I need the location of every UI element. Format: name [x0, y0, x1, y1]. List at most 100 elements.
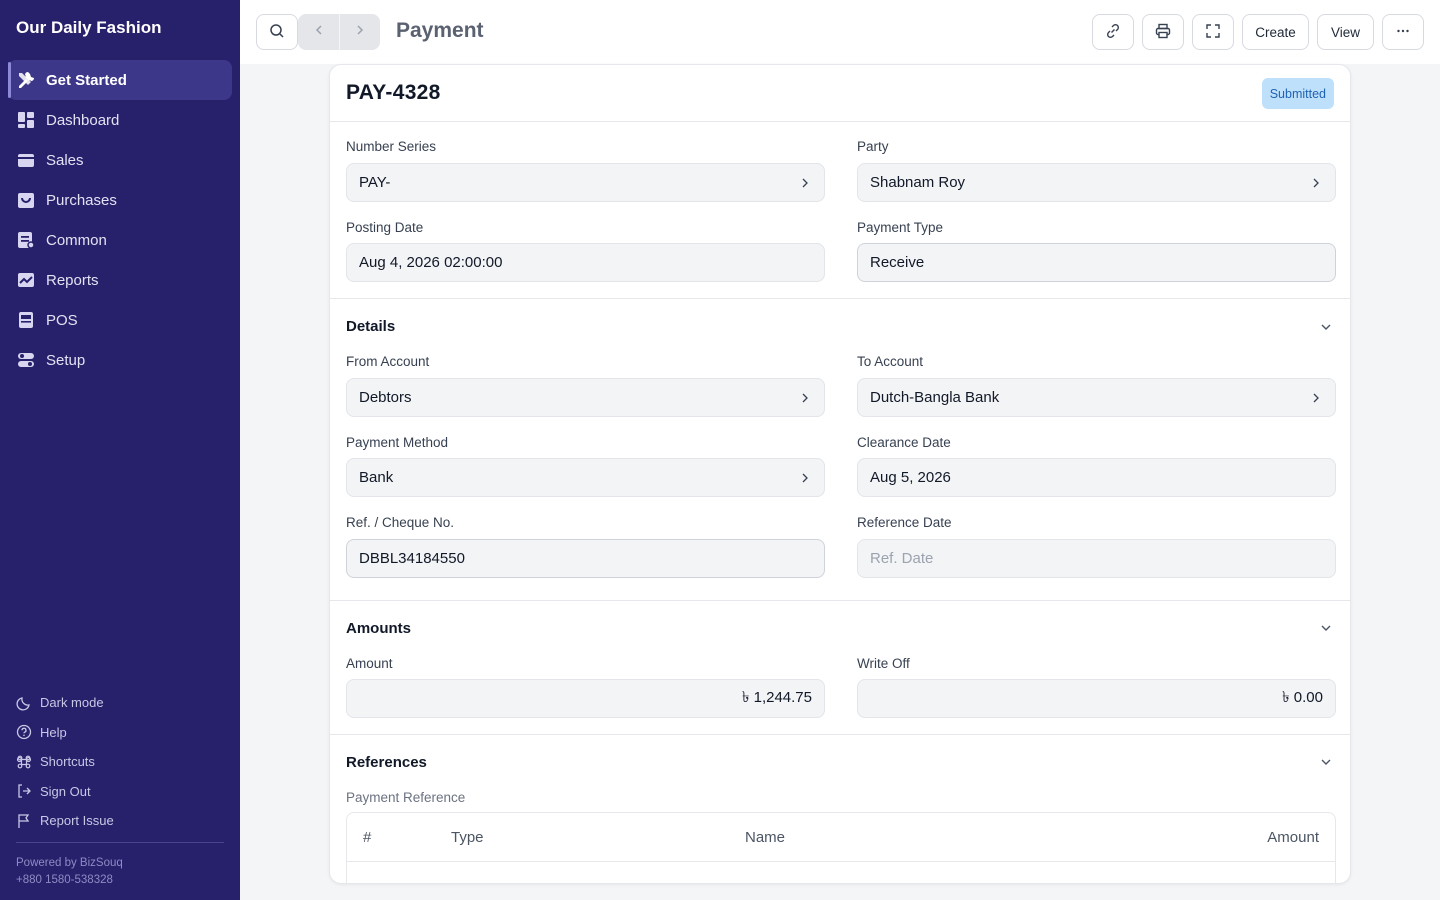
posting-date-field[interactable]: Aug 4, 2026 02:00:00: [346, 243, 825, 282]
payment-reference-label: Payment Reference: [346, 790, 466, 805]
section-divider: [330, 734, 1350, 735]
sidebar-divider: [16, 842, 224, 843]
party-field[interactable]: Shabnam Roy: [857, 163, 1336, 202]
search-icon: [268, 22, 286, 43]
chevron-right-icon: [798, 391, 812, 405]
fullscreen-button[interactable]: [1192, 14, 1234, 50]
payment-method-value: Bank: [359, 469, 394, 486]
sales-icon: [16, 150, 36, 170]
sidebar-item-sales[interactable]: Sales: [8, 140, 232, 180]
number-series-value: PAY-: [359, 174, 391, 191]
table-header-divider: [347, 861, 1335, 862]
amounts-section-title: Amounts: [346, 620, 411, 637]
amount-field[interactable]: ৳ 1,244.75: [346, 679, 825, 718]
number-series-label: Number Series: [346, 139, 437, 154]
ref-no-value: DBBL34184550: [359, 550, 465, 567]
search-button[interactable]: [256, 14, 298, 50]
details-section-title: Details: [346, 318, 396, 335]
printer-icon: [1154, 22, 1172, 43]
sign-out-link[interactable]: Sign Out: [16, 777, 114, 807]
chevron-right-icon: [353, 23, 367, 42]
column-header-amount: Amount: [1267, 829, 1319, 846]
command-icon: [16, 754, 32, 770]
clearance-date-label: Clearance Date: [857, 435, 951, 450]
chevron-right-icon: [798, 471, 812, 485]
sidebar: Our Daily Fashion Get Started Dashboard …: [0, 0, 240, 900]
brand-name: Our Daily Fashion: [16, 18, 162, 37]
help-link[interactable]: Help: [16, 718, 114, 748]
sidebar-item-get-started[interactable]: Get Started: [8, 60, 232, 100]
chevron-down-icon[interactable]: [1318, 620, 1334, 636]
report-issue-link[interactable]: Report Issue: [16, 806, 114, 836]
more-options-button[interactable]: [1382, 14, 1424, 50]
chevron-left-icon: [312, 23, 326, 42]
column-header-type: Type: [451, 829, 484, 846]
dark-mode-label: Dark mode: [40, 695, 104, 711]
to-account-label: To Account: [857, 354, 924, 369]
clearance-date-field[interactable]: Aug 5, 2026: [857, 458, 1336, 497]
reports-icon: [16, 270, 36, 290]
sidebar-item-setup[interactable]: Setup: [8, 340, 232, 380]
chevron-down-icon[interactable]: [1318, 319, 1334, 335]
clearance-date-value: Aug 5, 2026: [870, 469, 951, 486]
page-title: Payment: [396, 19, 484, 42]
reference-date-field[interactable]: Ref. Date: [857, 539, 1336, 578]
expand-icon: [1204, 22, 1222, 43]
dashboard-icon: [16, 110, 36, 130]
chevron-right-icon: [1309, 176, 1323, 190]
party-label: Party: [857, 139, 889, 154]
help-label: Help: [40, 724, 67, 740]
from-account-label: From Account: [346, 354, 430, 369]
payment-form-card: PAY-4328 Submitted Number Series PAY- Pa…: [329, 64, 1351, 884]
create-button[interactable]: Create: [1242, 14, 1309, 50]
history-nav: [298, 14, 380, 50]
write-off-field[interactable]: ৳ 0.00: [857, 679, 1336, 718]
dark-mode-link[interactable]: Dark mode: [16, 688, 114, 718]
top-bar: Payment Create View: [240, 0, 1440, 64]
amount-label: Amount: [346, 656, 393, 671]
chevron-right-icon: [1309, 391, 1323, 405]
chevron-down-icon[interactable]: [1318, 754, 1334, 770]
to-account-field[interactable]: Dutch-Bangla Bank: [857, 378, 1336, 417]
number-series-field[interactable]: PAY-: [346, 163, 825, 202]
sidebar-footer-links: Dark mode Help Shortcuts Sign Out Report…: [16, 688, 114, 836]
moon-icon: [16, 695, 32, 711]
section-divider: [330, 298, 1350, 299]
status-badge: Submitted: [1261, 78, 1334, 109]
payment-type-value: Receive: [870, 254, 925, 271]
sign-out-icon: [16, 783, 32, 799]
sidebar-item-purchases[interactable]: Purchases: [8, 180, 232, 220]
sidebar-item-common[interactable]: Common: [8, 220, 232, 260]
posting-date-label: Posting Date: [346, 220, 424, 235]
sidebar-nav: Get Started Dashboard Sales Purchases Co…: [8, 60, 232, 380]
flag-icon: [16, 813, 32, 829]
back-button[interactable]: [298, 14, 339, 50]
forward-button[interactable]: [339, 14, 380, 50]
view-button[interactable]: View: [1317, 14, 1374, 50]
from-account-field[interactable]: Debtors: [346, 378, 825, 417]
payment-type-select[interactable]: Receive: [857, 243, 1336, 282]
tools-icon: [16, 70, 36, 90]
shortcuts-label: Shortcuts: [40, 754, 95, 770]
sidebar-item-pos[interactable]: POS: [8, 300, 232, 340]
copy-link-button[interactable]: [1092, 14, 1134, 50]
write-off-label: Write Off: [857, 656, 910, 671]
shortcuts-link[interactable]: Shortcuts: [16, 747, 114, 777]
doc-header: PAY-4328 Submitted: [330, 65, 1350, 122]
write-off-value: ৳ 0.00: [1282, 689, 1323, 706]
sidebar-item-dashboard[interactable]: Dashboard: [8, 100, 232, 140]
chevron-right-icon: [798, 176, 812, 190]
setup-icon: [16, 350, 36, 370]
to-account-value: Dutch-Bangla Bank: [870, 389, 1000, 406]
payment-method-field[interactable]: Bank: [346, 458, 825, 497]
pos-icon: [16, 310, 36, 330]
doc-title: PAY-4328: [346, 81, 441, 104]
ref-no-input[interactable]: DBBL34184550: [346, 539, 825, 578]
sidebar-item-label: Purchases: [46, 191, 117, 209]
sidebar-item-label: Setup: [46, 351, 86, 369]
more-horizontal-icon: [1394, 22, 1412, 43]
payment-reference-table: # Type Name Amount: [346, 812, 1336, 883]
print-button[interactable]: [1142, 14, 1184, 50]
sidebar-item-label: POS: [46, 311, 78, 329]
sidebar-item-reports[interactable]: Reports: [8, 260, 232, 300]
